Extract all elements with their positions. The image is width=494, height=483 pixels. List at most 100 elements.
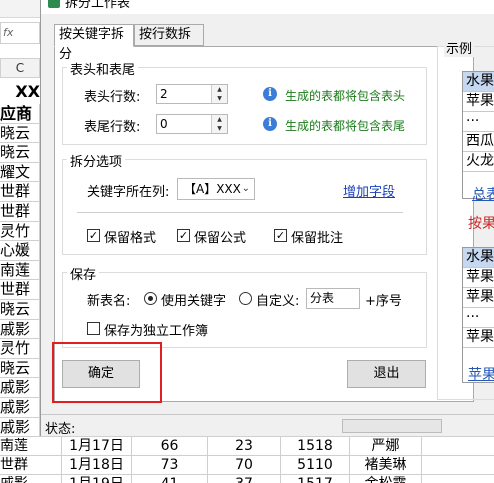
sheet-toolbar (0, 0, 40, 18)
footer-rows-stepper[interactable]: 0 ▲ ▼ (156, 114, 228, 134)
table-cell[interactable]: 37 (208, 475, 281, 483)
custom-label: 自定义: (256, 294, 300, 309)
table-cell[interactable]: 金松露 (350, 475, 422, 483)
supplier-cell[interactable]: 世群 (0, 201, 40, 222)
key-column-select[interactable]: 【A】XXX ⌄ (177, 178, 255, 200)
table-cell[interactable]: 66 (132, 437, 208, 455)
supplier-cell[interactable]: 世群 (0, 280, 40, 300)
stepper-up-icon[interactable]: ▲ (212, 85, 227, 94)
formula-bar[interactable]: fx (0, 22, 40, 44)
serial-suffix-label: +序号 (365, 294, 402, 309)
supplier-cell[interactable]: 灵竹 (0, 221, 40, 242)
keep-format-checkbox[interactable]: ✓ (87, 229, 100, 242)
supplier-cell[interactable]: 灵竹 (0, 339, 40, 359)
keep-formula-checkbox[interactable]: ✓ (177, 229, 190, 242)
sheet-title-cell[interactable]: XX (0, 80, 40, 104)
example-row: 苹果 (463, 288, 494, 308)
custom-name-input[interactable]: 分表 (306, 288, 360, 309)
supplier-cell[interactable]: 南莲 (0, 260, 40, 281)
table-cell[interactable]: 1月17日 (62, 437, 132, 455)
sheet-bottom-rows: 南莲1月17日66231518严娜世群1月18日73705110褚美琳戚影1月1… (0, 436, 494, 483)
split-sheet-dialog: 拆分工作表 按关键字拆分 按行数拆分 表头和表尾 表头行数: 2 ▲▼ i 生成… (40, 0, 494, 437)
header-footer-group: 表头和表尾 表头行数: 2 ▲ ▼ i 生成的表都将包含表头 表尾行数: 0 ▲ ▼… (62, 59, 427, 145)
supplier-cell[interactable]: 戚影 (0, 397, 40, 418)
table-cell[interactable]: 23 (208, 437, 281, 455)
table-cell[interactable]: 1517 (281, 475, 350, 483)
supplier-cell[interactable]: 晓云 (0, 143, 40, 163)
example-row: ··· (463, 308, 494, 328)
example-row: ··· (463, 112, 494, 132)
header-rows-label: 表头行数: (84, 90, 141, 105)
stepper-arrows[interactable]: ▲ ▼ (211, 115, 227, 133)
highlight-box (52, 342, 162, 403)
stepper-down-icon[interactable]: ▼ (212, 94, 227, 103)
footer-rows-value[interactable]: 0 (160, 117, 168, 131)
header-rows-value[interactable]: 2 (160, 87, 168, 101)
chevron-down-icon: ⌄ (241, 183, 250, 194)
supplier-cell[interactable]: 世群 (0, 182, 40, 202)
table-row: 南莲 1月17日 66 23 1518 严娜 (0, 436, 494, 455)
table-cell[interactable]: 1518 (281, 437, 350, 455)
split-options-group: 拆分选项 关键字所在列: 【A】XXX ⌄ 增加字段 ✓ 保留格式 ✓ 保留公式… (62, 151, 427, 255)
example-row: 苹果 (463, 268, 494, 288)
info-icon: i (263, 87, 277, 101)
column-header-c[interactable]: C (0, 58, 40, 78)
supplier-header-cell[interactable]: 应商 (0, 104, 40, 124)
table-row: 世群 1月18日 73 70 5110 褚美琳 (0, 455, 494, 474)
dialog-titlebar[interactable]: 拆分工作表 (41, 0, 494, 14)
tab-split-by-rows[interactable]: 按行数拆分 (134, 24, 204, 62)
save-group: 保存 新表名: 使用关键字 自定义: 分表 +序号 保存为独立工作簿 (62, 264, 427, 348)
table-cell[interactable]: 1月18日 (62, 456, 132, 474)
key-column-value: 【A】XXX (184, 182, 241, 196)
table-cell[interactable]: 1月19日 (62, 475, 132, 483)
use-keyword-label: 使用关键字 (161, 294, 227, 309)
table-cell[interactable]: 73 (132, 456, 208, 474)
example-row: 西瓜 (463, 132, 494, 152)
supplier-cell[interactable]: 耀文 (0, 162, 40, 183)
add-field-link[interactable]: 增加字段 (343, 181, 395, 200)
header-hint: 生成的表都将包含表头 (285, 89, 406, 103)
keep-comment-checkbox[interactable]: ✓ (274, 229, 287, 242)
use-keyword-radio[interactable] (144, 292, 157, 305)
stepper-arrows[interactable]: ▲ ▼ (211, 85, 227, 103)
header-rows-stepper[interactable]: 2 ▲ ▼ (156, 84, 228, 104)
header-footer-title: 表头和表尾 (67, 59, 139, 78)
table-cell[interactable]: 南莲 (0, 437, 62, 455)
example-row: 水果 (463, 248, 494, 268)
example-row: 苹果 (463, 328, 494, 348)
dialog-title: 拆分工作表 (65, 0, 131, 11)
status-progress-bar (342, 419, 442, 433)
example-row: 火龙 (463, 152, 494, 172)
supplier-cell[interactable]: 晓云 (0, 299, 40, 320)
supplier-cell[interactable]: 晓云 (0, 358, 40, 379)
save-independent-label: 保存为独立工作簿 (104, 324, 209, 339)
example-row: 苹果 (463, 92, 494, 112)
supplier-cell[interactable]: 戚影 (0, 319, 40, 340)
table-cell[interactable]: 戚影 (0, 475, 62, 483)
info-icon: i (263, 117, 277, 131)
table-cell[interactable]: 褚美琳 (350, 456, 422, 474)
table-cell[interactable]: 5110 (281, 456, 350, 474)
supplier-cell[interactable]: 晓云 (0, 123, 40, 144)
save-independent-checkbox[interactable] (87, 322, 100, 335)
table-cell[interactable]: 70 (208, 456, 281, 474)
exit-button[interactable]: 退出 (347, 360, 426, 388)
status-bar: 状态: (41, 414, 494, 437)
supplier-cell[interactable]: 戚影 (0, 417, 40, 438)
example-title: 示例 (444, 38, 475, 57)
tab-split-by-keyword[interactable]: 按关键字拆分 (54, 24, 134, 62)
supplier-cell[interactable]: 戚影 (0, 378, 40, 398)
table-cell[interactable]: 严娜 (350, 437, 422, 455)
table-cell[interactable]: 世群 (0, 456, 62, 474)
example-top-tab: 总表 (472, 187, 494, 203)
custom-radio[interactable] (239, 292, 252, 305)
table-cell[interactable]: 41 (132, 475, 208, 483)
radio-selected-dot (148, 296, 153, 301)
example-bottom-tab: 苹果 (468, 367, 494, 383)
stepper-up-icon[interactable]: ▲ (212, 115, 227, 124)
status-label: 状态: (45, 422, 76, 437)
stepper-down-icon[interactable]: ▼ (212, 124, 227, 133)
supplier-cell[interactable]: 心媛 (0, 241, 40, 261)
new-name-label: 新表名: (87, 294, 131, 309)
options-divider (77, 212, 403, 213)
